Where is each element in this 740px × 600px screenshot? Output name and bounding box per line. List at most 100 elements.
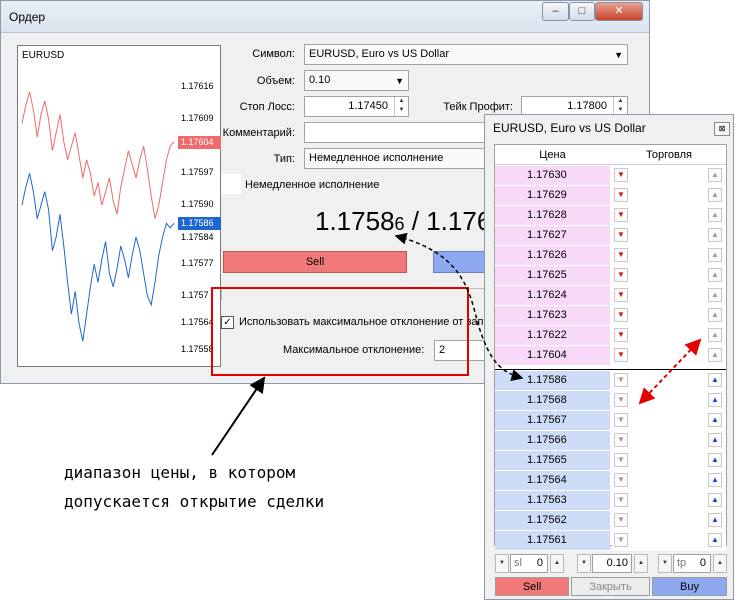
type-select[interactable]: Немедленное исполнение xyxy=(304,148,489,169)
buy-limit-icon[interactable]: ▲ xyxy=(708,533,722,547)
volume-select[interactable]: 0.10 ▼ xyxy=(304,70,409,91)
sl-decrease-button[interactable]: ▼ xyxy=(495,554,509,573)
sl-input[interactable]: sl 0 xyxy=(510,554,548,573)
buy-limit-icon[interactable]: ▲ xyxy=(708,328,722,342)
close-icon[interactable]: ⊠ xyxy=(714,122,730,136)
dom-price: 1.17625 xyxy=(495,266,610,285)
sell-limit-icon[interactable]: ▼ xyxy=(614,168,628,182)
y-tick-label: 1.17558 xyxy=(181,344,214,355)
ask-price-line xyxy=(21,91,175,219)
sell-limit-icon[interactable]: ▼ xyxy=(614,533,628,547)
bid-price-small-digit: 6 xyxy=(394,214,405,234)
tp-decrease-button[interactable]: ▼ xyxy=(658,554,672,573)
y-tick-label: 1.17564 xyxy=(181,317,214,328)
sell-limit-icon[interactable]: ▼ xyxy=(614,413,628,427)
dom-price: 1.17630 xyxy=(495,166,610,185)
y-tick-label: 1.17609 xyxy=(181,112,214,123)
sl-increase-button[interactable]: ▲ xyxy=(550,554,564,573)
dom-volume-input[interactable]: 0.10 xyxy=(592,554,632,573)
dom-row: 1.17563 ▼ ▲ xyxy=(495,491,726,511)
buy-limit-icon[interactable]: ▲ xyxy=(708,513,722,527)
stoploss-spinner[interactable]: ▲ ▼ xyxy=(394,97,408,116)
annotation-line-1: диапазон цены, в котором xyxy=(64,463,296,482)
tp-input[interactable]: tp 0 xyxy=(673,554,711,573)
buy-limit-icon[interactable]: ▲ xyxy=(708,373,722,387)
sell-limit-icon[interactable]: ▼ xyxy=(614,268,628,282)
sell-limit-icon[interactable]: ▼ xyxy=(614,228,628,242)
buy-limit-icon[interactable]: ▲ xyxy=(708,208,722,222)
sell-limit-icon[interactable]: ▼ xyxy=(614,453,628,467)
dom-row: 1.17626 ▼ ▲ xyxy=(495,246,726,266)
buy-limit-icon[interactable]: ▲ xyxy=(708,248,722,262)
symbol-select[interactable]: EURUSD, Euro vs US Dollar ▼ xyxy=(304,44,628,65)
dom-trade-cell: ▼ ▲ xyxy=(612,306,726,325)
dom-close-position-button[interactable]: Закрыть xyxy=(571,577,650,596)
dom-price: 1.17562 xyxy=(495,511,610,530)
buy-limit-icon[interactable]: ▲ xyxy=(708,288,722,302)
sell-limit-icon[interactable]: ▼ xyxy=(614,493,628,507)
sell-limit-icon[interactable]: ▼ xyxy=(614,328,628,342)
sell-limit-icon[interactable]: ▼ xyxy=(614,373,628,387)
maximize-button[interactable]: □ xyxy=(569,2,595,21)
sell-limit-icon[interactable]: ▼ xyxy=(614,188,628,202)
dom-trade-cell: ▼ ▲ xyxy=(612,166,726,185)
dom-trade-cell: ▼ ▲ xyxy=(612,286,726,305)
sell-limit-icon[interactable]: ▼ xyxy=(614,248,628,262)
dom-price: 1.17567 xyxy=(495,411,610,430)
dom-header: Цена Торговля xyxy=(495,145,726,165)
dom-row: 1.17604 ▼ ▲ xyxy=(495,346,726,366)
dom-trade-cell: ▼ ▲ xyxy=(612,531,726,550)
dom-trade-cell: ▼ ▲ xyxy=(612,226,726,245)
dom-controls: ▼ sl 0 ▲ ▼ 0.10 ▲ ▼ tp 0 ▲ xyxy=(494,554,727,574)
dom-trade-cell: ▼ ▲ xyxy=(612,471,726,490)
sell-limit-icon[interactable]: ▼ xyxy=(614,348,628,362)
buy-limit-icon[interactable]: ▲ xyxy=(708,168,722,182)
buy-limit-icon[interactable]: ▲ xyxy=(708,348,722,362)
buy-limit-icon[interactable]: ▲ xyxy=(708,453,722,467)
tp-increase-button[interactable]: ▲ xyxy=(713,554,727,573)
buy-limit-icon[interactable]: ▲ xyxy=(708,308,722,322)
volume-decrease-button[interactable]: ▼ xyxy=(577,554,591,573)
sell-limit-icon[interactable]: ▼ xyxy=(614,433,628,447)
chevron-down-icon: ▼ xyxy=(614,50,623,60)
dom-sell-button[interactable]: Sell xyxy=(495,577,569,596)
dom-volume-value: 0.10 xyxy=(606,557,628,569)
sell-button[interactable]: Sell xyxy=(223,251,407,273)
sell-limit-icon[interactable]: ▼ xyxy=(614,308,628,322)
buy-limit-icon[interactable]: ▲ xyxy=(708,433,722,447)
sell-limit-icon[interactable]: ▼ xyxy=(614,208,628,222)
buy-limit-icon[interactable]: ▲ xyxy=(708,188,722,202)
buy-limit-icon[interactable]: ▲ xyxy=(708,493,722,507)
dom-price: 1.17622 xyxy=(495,326,610,345)
buy-limit-icon[interactable]: ▲ xyxy=(708,228,722,242)
pointer-arrow xyxy=(211,376,266,456)
takeprofit-value: 1.17800 xyxy=(567,100,607,112)
dom-trade-cell: ▼ ▲ xyxy=(612,371,726,390)
sell-limit-icon[interactable]: ▼ xyxy=(614,393,628,407)
sell-limit-icon[interactable]: ▼ xyxy=(614,288,628,302)
sell-limit-icon[interactable]: ▼ xyxy=(614,473,628,487)
order-titlebar[interactable]: Ордер – □ ✕ xyxy=(1,1,649,33)
dom-trade-cell: ▼ ▲ xyxy=(612,246,726,265)
takeprofit-label: Тейк Профит: xyxy=(443,101,513,113)
symbol-label: Символ: xyxy=(252,48,295,60)
close-button[interactable]: ✕ xyxy=(595,2,643,21)
comment-input[interactable] xyxy=(304,122,489,143)
type-value: Немедленное исполнение xyxy=(309,152,444,164)
dom-row: 1.17628 ▼ ▲ xyxy=(495,206,726,226)
volume-increase-button[interactable]: ▲ xyxy=(634,554,648,573)
sell-limit-icon[interactable]: ▼ xyxy=(614,513,628,527)
dom-trade-cell: ▼ ▲ xyxy=(612,491,726,510)
buy-limit-icon[interactable]: ▲ xyxy=(708,268,722,282)
dom-price: 1.17564 xyxy=(495,471,610,490)
dom-action-buttons: Sell Закрыть Buy xyxy=(494,577,727,597)
minimize-button[interactable]: – xyxy=(542,2,569,21)
buy-limit-icon[interactable]: ▲ xyxy=(708,413,722,427)
buy-limit-icon[interactable]: ▲ xyxy=(708,393,722,407)
dom-trade-cell: ▼ ▲ xyxy=(612,391,726,410)
y-tick-label: 1.17584 xyxy=(181,232,214,243)
buy-limit-icon[interactable]: ▲ xyxy=(708,473,722,487)
bid-price: 1.1758 xyxy=(315,206,395,236)
dom-buy-button[interactable]: Buy xyxy=(652,577,727,596)
stoploss-input[interactable]: 1.17450 ▲ ▼ xyxy=(304,96,409,117)
